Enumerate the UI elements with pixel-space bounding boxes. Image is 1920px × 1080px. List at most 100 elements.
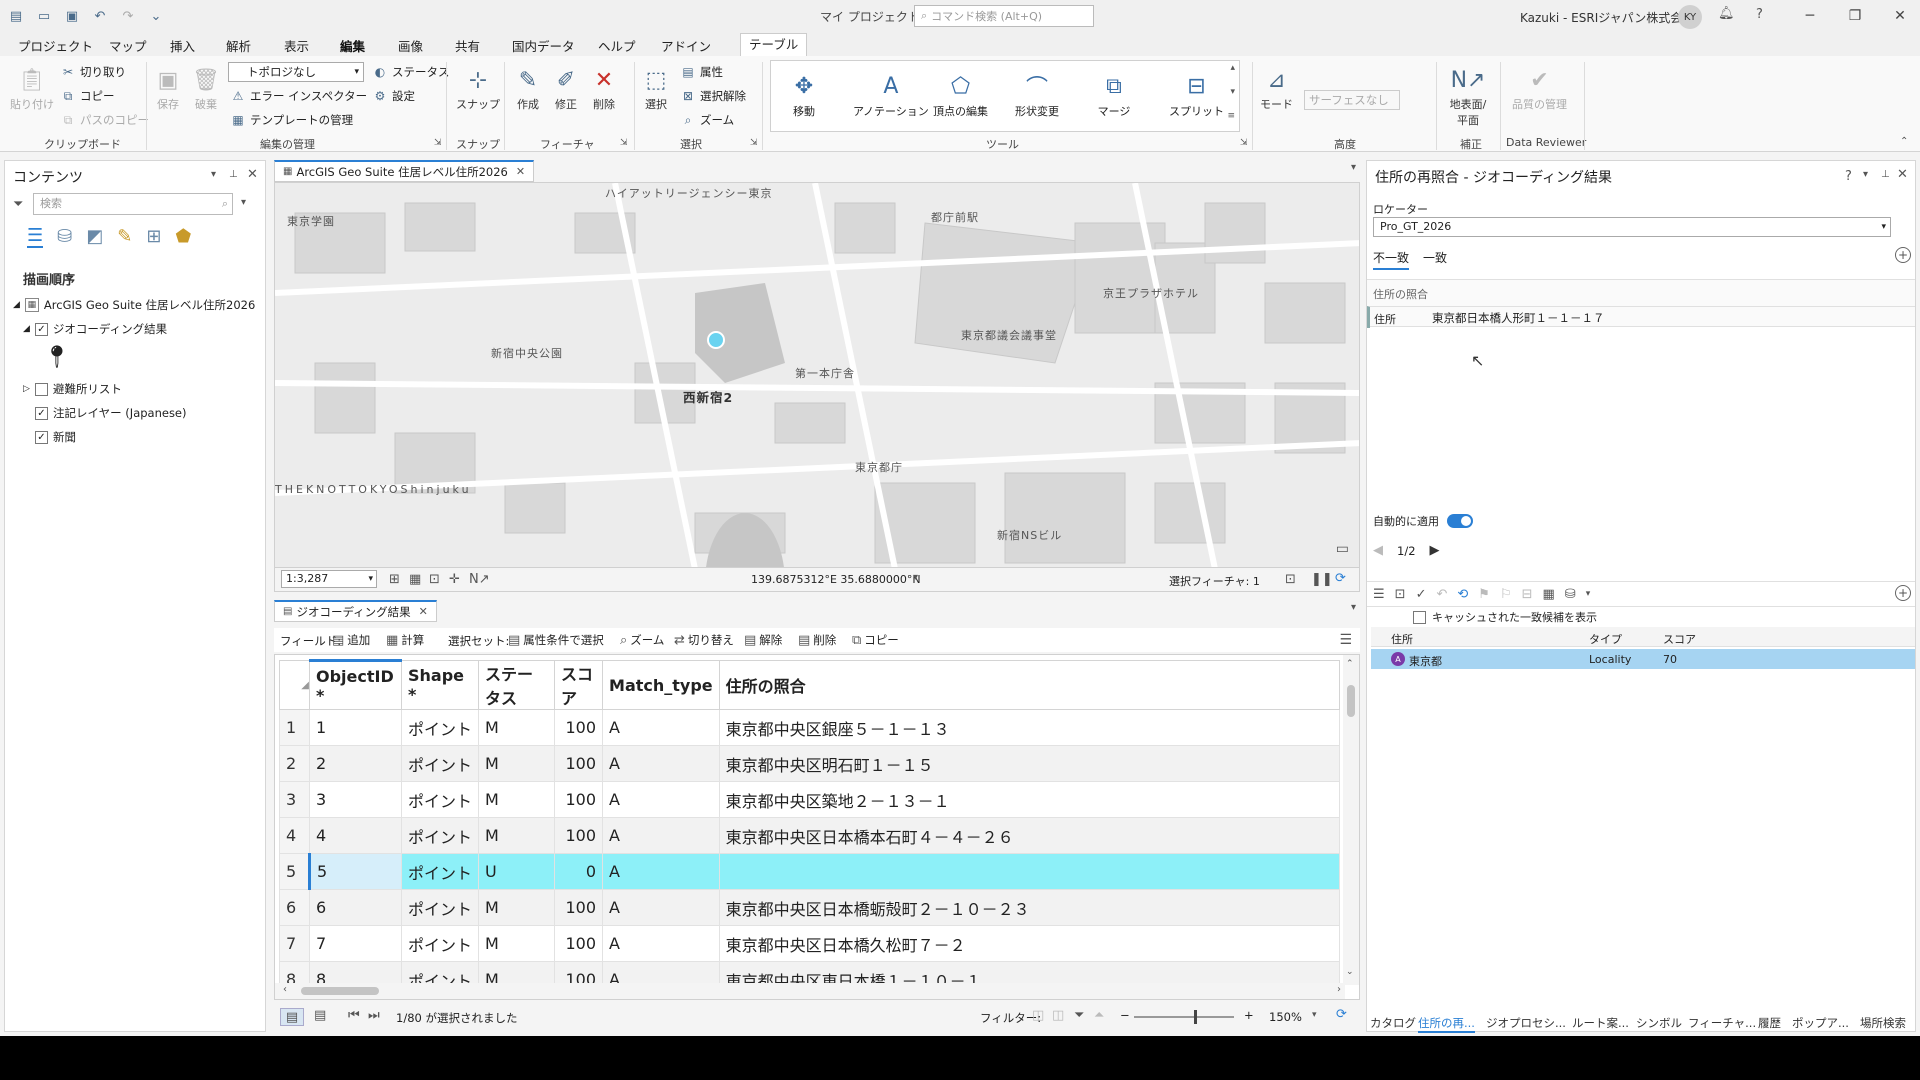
copy-button[interactable]: ⧉ コピー	[60, 88, 115, 104]
cell[interactable]: ポイント	[400, 889, 480, 926]
north-arrow-icon[interactable]: N↗	[469, 572, 490, 587]
zoom-to-candidate-icon[interactable]: ⊡	[1395, 587, 1406, 602]
grid-icon[interactable]: ▦	[409, 572, 421, 587]
cell[interactable]: M	[478, 925, 556, 962]
cell[interactable]: 東京都中央区日本橋蛎殻町２－１０－２３	[718, 889, 1340, 926]
switch-selection-button[interactable]: ⇄ 切り替え	[674, 632, 734, 648]
row-number[interactable]: 1	[279, 709, 310, 746]
redo-icon[interactable]: ↷	[118, 6, 138, 26]
save-icon[interactable]: ▣	[62, 6, 82, 26]
close-icon[interactable]: ✕	[247, 167, 258, 182]
status-button[interactable]: ◐ ステータス	[372, 64, 450, 80]
cell[interactable]: 5	[309, 853, 402, 890]
move-tool[interactable]: ✥ 移動	[787, 69, 821, 119]
last-record-icon[interactable]: ⏭	[368, 1008, 380, 1023]
add-icon[interactable]: +	[1895, 247, 1911, 263]
layer-item-annotation[interactable]: ✓ 注記レイヤー (Japanese)	[35, 405, 187, 421]
flag-icon[interactable]: ⚑	[1478, 587, 1490, 602]
modify-button[interactable]: ✐ 修正	[550, 64, 582, 112]
gallery-expand-icon[interactable]: ≡	[1227, 111, 1235, 121]
draw-order-icon[interactable]: ☰	[27, 225, 44, 248]
settings-button[interactable]: ⚙ 設定	[372, 88, 415, 104]
open-icon[interactable]: ▭	[34, 6, 54, 26]
selected-features-count[interactable]: 選択フィーチャ: 1	[1169, 573, 1260, 589]
extent-icon[interactable]: ⊡	[1285, 572, 1296, 587]
edit-vertices-tool[interactable]: ⬠ 頂点の編集	[933, 69, 988, 119]
row-number[interactable]: 3	[279, 781, 310, 818]
help-icon[interactable]: ?	[1845, 169, 1852, 184]
table-row[interactable]: 3 3 ポイント M 100 A 東京都中央区築地２－１３－１	[279, 781, 1340, 818]
add-icon[interactable]: +	[1895, 585, 1911, 601]
selection-list-icon[interactable]: ◩	[86, 226, 103, 247]
discard-edits-button[interactable]: 🗑︎ 破棄	[190, 64, 222, 112]
dialog-launcher-icon[interactable]: ⇲	[750, 138, 758, 148]
match-icon[interactable]: ✓	[1416, 587, 1427, 602]
unmatch-icon[interactable]: ↶	[1436, 587, 1447, 602]
pin-icon[interactable]: ⊥	[1881, 169, 1890, 180]
table-icon[interactable]: ▦	[1543, 587, 1555, 602]
filter-extent-icon[interactable]: ◫	[1032, 1008, 1044, 1023]
table-row[interactable]: 1 1 ポイント M 100 A 東京都中央区銀座５－１－１３	[279, 709, 1340, 746]
zoom-selection-button[interactable]: ⌕ ズーム	[680, 112, 735, 128]
split-tool[interactable]: ⊟ スプリット	[1169, 69, 1224, 119]
expand-arrow-icon[interactable]: ▷	[23, 384, 30, 394]
chevron-down-icon[interactable]: ▾	[1586, 589, 1591, 599]
previous-icon[interactable]: ◀	[1373, 543, 1383, 558]
dialog-launcher-icon[interactable]: ⇲	[620, 138, 628, 148]
tab-symbology[interactable]: シンボル	[1636, 1015, 1682, 1031]
new-project-icon[interactable]: ▤	[6, 6, 26, 26]
filter-time-icon[interactable]: ⏶	[1094, 1008, 1104, 1023]
tab-rematch[interactable]: 住所の再...	[1418, 1015, 1475, 1033]
cell[interactable]: 東京都中央区日本橋本石町４－４－２６	[718, 817, 1340, 854]
merge-tool[interactable]: ⧉ マージ	[1097, 69, 1131, 119]
editing-icon[interactable]: ✎	[117, 226, 132, 247]
reshape-tool[interactable]: ⌒ 形状変更	[1015, 69, 1059, 119]
cell[interactable]: 東京都中央区日本橋久松町７－２	[718, 925, 1340, 962]
delete-selected-button[interactable]: ▤ 削除	[798, 632, 836, 648]
ground-to-grid-button[interactable]: N↗ 地表面/平面	[1446, 64, 1490, 128]
table-row[interactable]: 6 6 ポイント M 100 A 東京都中央区日本橋蛎殻町２－１０－２３	[279, 889, 1340, 926]
zoom-in-icon[interactable]: +	[1244, 1008, 1254, 1022]
tab-view[interactable]: 表示	[284, 36, 309, 55]
refresh-icon[interactable]: ⟲	[1457, 587, 1468, 602]
create-button[interactable]: ✎ 作成	[512, 64, 544, 112]
avatar[interactable]: KY	[1678, 5, 1702, 29]
labeling-icon[interactable]: ⬟	[175, 226, 191, 247]
elevation-mode-button[interactable]: ⊿ モード	[1260, 64, 1293, 112]
row-number[interactable]: 7	[279, 925, 310, 962]
cell[interactable]: 0	[554, 853, 604, 890]
snapping-icon[interactable]: ⊞	[146, 226, 161, 247]
customize-icon[interactable]: ⌄	[146, 6, 166, 26]
chevron-down-icon[interactable]: ▾	[1351, 602, 1356, 613]
tab-unmatched[interactable]: 不一致	[1373, 249, 1410, 270]
geocoded-point[interactable]	[707, 331, 725, 349]
tab-share[interactable]: 共有	[455, 36, 480, 55]
table-row[interactable]: 4 4 ポイント M 100 A 東京都中央区日本橋本石町４－４－２６	[279, 817, 1340, 854]
tab-japan-data[interactable]: 国内データ	[512, 36, 575, 55]
tab-project[interactable]: プロジェクト	[18, 36, 93, 55]
menu-icon[interactable]: ☰	[1373, 587, 1385, 602]
add-field-button[interactable]: ▤ 追加	[332, 632, 370, 648]
save-edits-button[interactable]: ▣ 保存	[152, 64, 184, 112]
select-by-attributes-button[interactable]: ▤ 属性条件で選択	[508, 632, 604, 648]
layer-item-newspaper[interactable]: ✓ 新聞	[35, 429, 76, 445]
column-header[interactable]: Match_type	[602, 660, 720, 710]
tab-features[interactable]: フィーチャ...	[1688, 1015, 1756, 1031]
pick-address-icon[interactable]: ⊟	[1522, 587, 1533, 602]
column-header[interactable]: 住所の照合	[718, 660, 1340, 710]
cell[interactable]: A	[602, 781, 720, 818]
layer-checkbox[interactable]	[34, 382, 48, 396]
attributes-button[interactable]: ▤ 属性	[680, 64, 723, 80]
column-header[interactable]: ステータス	[478, 660, 556, 710]
cell[interactable]: 100	[554, 709, 604, 746]
cell[interactable]: 1	[309, 709, 402, 746]
layer-checkbox[interactable]: ✓	[35, 430, 48, 444]
vertical-scrollbar[interactable]: ⌃ ⌄	[1343, 655, 1359, 985]
scroll-thumb[interactable]	[1347, 685, 1355, 717]
cell[interactable]: A	[602, 889, 720, 926]
table-row[interactable]: 2 2 ポイント M 100 A 東京都中央区明石町１－１５	[279, 745, 1340, 782]
locator-select[interactable]: Pro_GT_2026 ▾	[1373, 217, 1891, 237]
layer-checkbox[interactable]: ✓	[34, 322, 48, 336]
zoom-slider[interactable]	[1134, 1010, 1234, 1024]
row-number[interactable]: 4	[279, 817, 310, 854]
